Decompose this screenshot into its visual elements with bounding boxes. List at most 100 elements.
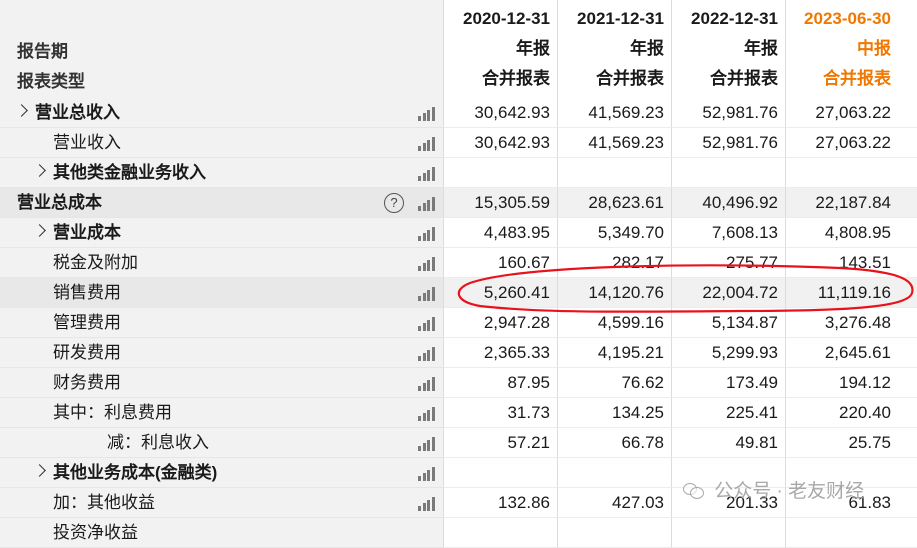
value-cell: 282.17	[557, 248, 671, 278]
table-row[interactable]: 税金及附加 160.67 282.17 275.77 143.51	[0, 248, 917, 278]
table-row[interactable]: 销售费用 5,260.41 14,120.76 22,004.72 11,119…	[0, 278, 917, 308]
bar-chart-icon[interactable]	[418, 407, 435, 421]
watermark-text: 公众号 · 老友财经	[714, 481, 865, 502]
row-label: 营业总收入	[35, 103, 120, 122]
column-header-2021[interactable]: 2021-12-31 年报 合并报表	[557, 0, 671, 98]
table-row[interactable]: 管理费用 2,947.28 4,599.16 5,134.87 3,276.48	[0, 308, 917, 338]
table-row[interactable]: 其中：利息费用 31.73 134.25 225.41 220.40	[0, 398, 917, 428]
column-period: 年报	[744, 39, 778, 58]
column-header-2020[interactable]: 2020-12-31 年报 合并报表	[443, 0, 557, 98]
row-label: 营业成本	[53, 223, 121, 242]
table-row[interactable]: 财务费用 87.95 76.62 173.49 194.12	[0, 368, 917, 398]
value-cell: 66.78	[557, 428, 671, 458]
value-cell: 2,947.28	[443, 308, 557, 338]
bar-chart-icon[interactable]	[418, 107, 435, 121]
table-row[interactable]: 营业成本 4,483.95 5,349.70 7,608.13 4,808.95	[0, 218, 917, 248]
value-cell: 52,981.76	[671, 128, 785, 158]
value-cell: 5,299.93	[671, 338, 785, 368]
value-cell: 11,119.16	[785, 278, 917, 308]
row-label: 营业收入	[53, 133, 121, 152]
column-period: 年报	[630, 39, 664, 58]
value-cell: 14,120.76	[557, 278, 671, 308]
value-cell	[671, 158, 785, 188]
help-circle-icon[interactable]: ?	[384, 193, 404, 213]
value-cell: 4,483.95	[443, 218, 557, 248]
value-cell	[785, 158, 917, 188]
bar-chart-icon[interactable]	[418, 437, 435, 451]
value-cell	[671, 518, 785, 548]
bar-chart-icon[interactable]	[418, 377, 435, 391]
value-cell	[785, 518, 917, 548]
value-cell: 27,063.22	[785, 128, 917, 158]
value-cell: 2,365.33	[443, 338, 557, 368]
report-period-label: 报告期	[17, 42, 68, 61]
row-label: 财务费用	[53, 373, 121, 392]
value-cell: 173.49	[671, 368, 785, 398]
value-cell: 4,808.95	[785, 218, 917, 248]
row-label: 其中：利息费用	[53, 403, 172, 422]
table-row[interactable]: 营业总收入 30,642.93 41,569.23 52,981.76 27,0…	[0, 98, 917, 128]
column-date: 2021-12-31	[577, 9, 664, 28]
row-label: 管理费用	[53, 313, 121, 332]
value-cell: 427.03	[557, 488, 671, 518]
bar-chart-icon[interactable]	[418, 467, 435, 481]
value-cell: 41,569.23	[557, 98, 671, 128]
value-cell: 40,496.92	[671, 188, 785, 218]
bar-chart-icon[interactable]	[418, 287, 435, 301]
row-label: 研发费用	[53, 343, 121, 362]
column-header-2023h1[interactable]: 2023-06-30 中报 合并报表	[785, 0, 917, 98]
table-row[interactable]: 减：利息收入 57.21 66.78 49.81 25.75	[0, 428, 917, 458]
bar-chart-icon[interactable]	[418, 227, 435, 241]
column-type: 合并报表	[482, 69, 550, 88]
column-type: 合并报表	[823, 69, 891, 88]
value-cell: 31.73	[443, 398, 557, 428]
row-label: 减：利息收入	[107, 433, 209, 452]
bar-chart-icon[interactable]	[418, 257, 435, 271]
value-cell: 25.75	[785, 428, 917, 458]
table-row[interactable]: 投资净收益	[0, 518, 917, 548]
table-row[interactable]: 其他类金融业务收入	[0, 158, 917, 188]
table-row[interactable]: 研发费用 2,365.33 4,195.21 5,299.93 2,645.61	[0, 338, 917, 368]
row-label: 加：其他收益	[53, 493, 155, 512]
value-cell: 7,608.13	[671, 218, 785, 248]
value-cell: 5,349.70	[557, 218, 671, 248]
bar-chart-icon[interactable]	[418, 137, 435, 151]
value-cell	[557, 518, 671, 548]
row-label: 投资净收益	[53, 523, 138, 542]
column-header-2022[interactable]: 2022-12-31 年报 合并报表	[671, 0, 785, 98]
wechat-watermark: 公众号 · 老友财经	[683, 476, 864, 503]
value-cell: 87.95	[443, 368, 557, 398]
report-type-label: 报表类型	[17, 72, 85, 91]
row-label: 其他类金融业务收入	[53, 163, 206, 182]
bar-chart-icon[interactable]	[418, 497, 435, 511]
value-cell: 4,195.21	[557, 338, 671, 368]
value-cell: 22,187.84	[785, 188, 917, 218]
value-cell: 134.25	[557, 398, 671, 428]
value-cell: 4,599.16	[557, 308, 671, 338]
bar-chart-icon[interactable]	[418, 347, 435, 361]
bar-chart-icon[interactable]	[418, 197, 435, 211]
value-cell: 220.40	[785, 398, 917, 428]
value-cell: 28,623.61	[557, 188, 671, 218]
value-cell: 5,134.87	[671, 308, 785, 338]
column-period: 年报	[516, 39, 550, 58]
value-cell: 30,642.93	[443, 98, 557, 128]
value-cell	[443, 158, 557, 188]
value-cell	[443, 518, 557, 548]
value-cell: 275.77	[671, 248, 785, 278]
column-date: 2022-12-31	[691, 9, 778, 28]
value-cell: 2,645.61	[785, 338, 917, 368]
row-label: 销售费用	[53, 283, 121, 302]
table-row[interactable]: 营业收入 30,642.93 41,569.23 52,981.76 27,06…	[0, 128, 917, 158]
value-cell: 143.51	[785, 248, 917, 278]
value-cell: 22,004.72	[671, 278, 785, 308]
bar-chart-icon[interactable]	[418, 317, 435, 331]
table-row[interactable]: 营业总成本 ? 15,305.59 28,623.61 40,496.92 22…	[0, 188, 917, 218]
column-type: 合并报表	[596, 69, 664, 88]
bar-chart-icon[interactable]	[418, 167, 435, 181]
value-cell	[443, 458, 557, 488]
table-header: 报告期 报表类型 2020-12-31 年报 合并报表 2021-12-31 年…	[0, 0, 917, 98]
wechat-icon	[683, 481, 705, 499]
value-cell: 160.67	[443, 248, 557, 278]
value-cell: 27,063.22	[785, 98, 917, 128]
